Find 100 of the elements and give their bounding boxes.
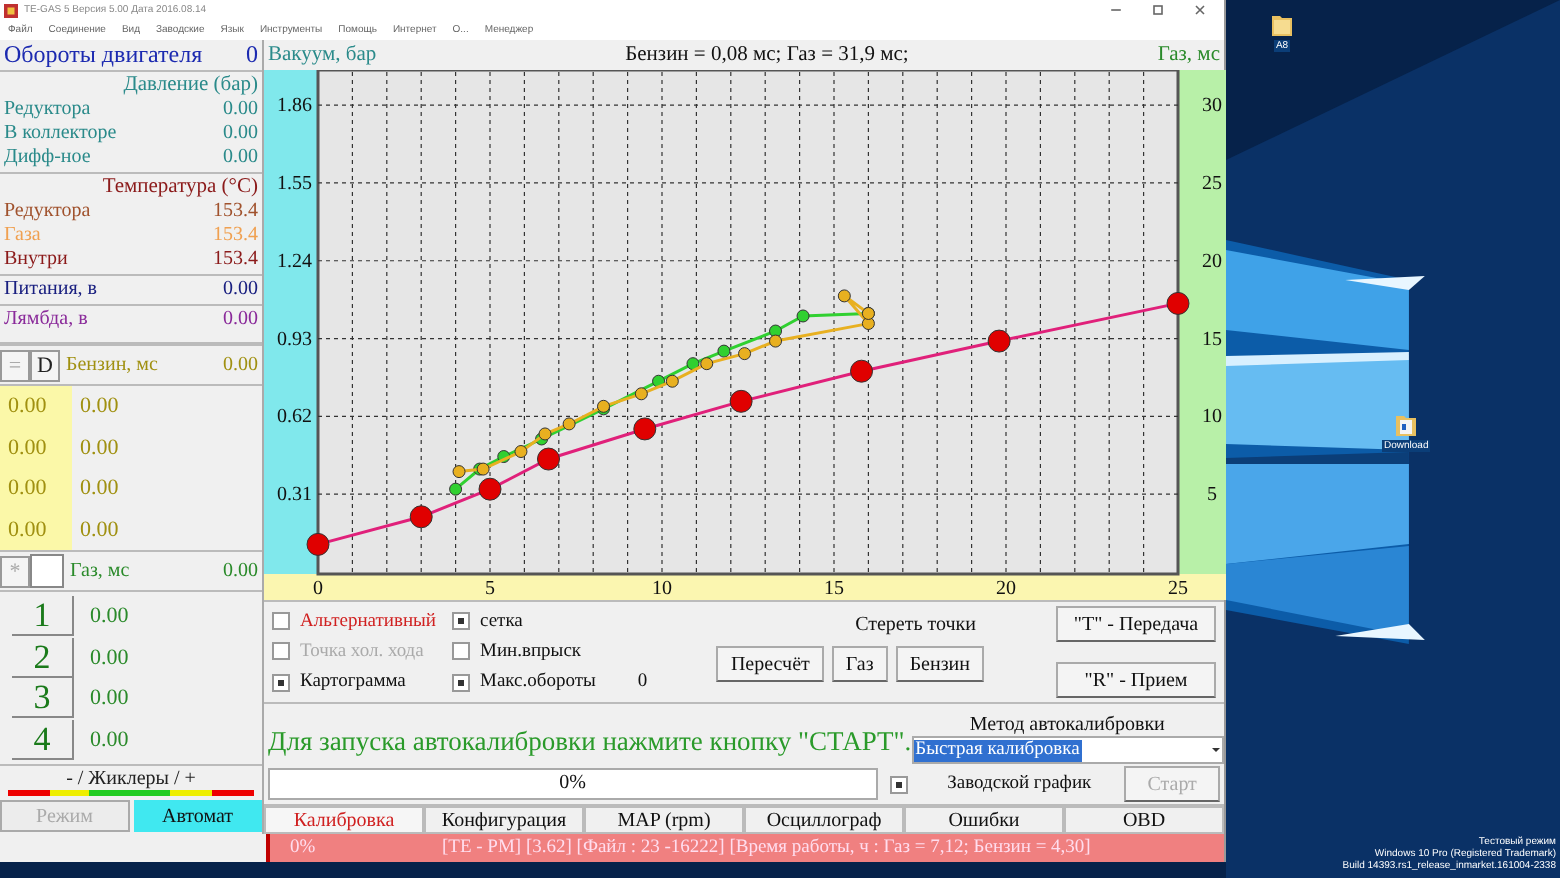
petrol-cell-text: 0.00 [78,474,121,504]
chart-header: Бензин = 0,08 мс; Газ = 31,9 мс; [625,44,909,66]
pressure-label: В коллекторе [4,122,117,146]
temperature-title: Температура (°C) [102,176,258,198]
tab[interactable]: OBD [1064,806,1224,834]
folder-icon[interactable] [1394,410,1419,438]
gas-field[interactable] [30,554,64,588]
checkbox[interactable] [272,673,290,692]
status-percent: 0% [288,838,318,858]
jets-label[interactable]: - / Жиклеры / + [8,768,254,790]
temperature-label: Внутри [4,248,68,272]
point [634,387,648,401]
start-prompt: Для запуска автокалибровки нажмите кнопку "СТАРТ". [268,726,912,760]
y-tick-label: 1.55 [277,172,312,195]
point [769,334,783,348]
erase-points-label: Стереть точки [855,612,978,640]
point [738,347,752,361]
injector-value: 0.00 [88,604,129,629]
gas-value: 0.00 [223,560,258,582]
point [449,482,463,496]
right-tick-label: 5 [1207,484,1217,507]
rpm-label: Обороты двигателя [4,40,203,70]
point [837,289,851,303]
point [796,309,810,323]
pressure-value: 0.00 [223,146,258,170]
petrol-cell: 0.00 [0,509,72,550]
point [665,374,679,388]
temperature-label: Редуктора [4,200,91,224]
checkbox[interactable] [452,642,470,661]
x-tick-label: 10 [652,578,672,600]
injector-number: 2 [12,637,74,678]
checkbox-label: Макс.обороты [480,670,596,695]
temperature-value: 153.4 [213,224,258,248]
checkbox[interactable] [452,673,470,692]
injector-number: 3 [12,678,74,719]
method-label: Метод автокалибровки [969,714,1165,736]
left-axis-label: Вакуум, бар [268,44,377,66]
right-tick-label: 10 [1202,406,1222,429]
point [514,445,528,459]
injector-number: 1 [12,596,74,637]
pressure-value: 0.00 [223,98,258,122]
x-tick-label: 20 [996,578,1016,600]
petrol-cell-text: 0.00 [78,392,121,422]
temperature-value: 153.4 [213,200,258,224]
x-tick-label: 5 [485,578,495,600]
y-tick-label: 1.86 [277,95,312,118]
action-button[interactable]: Пересчёт [716,646,824,682]
tab[interactable]: Осциллограф [744,806,904,834]
y-tick-label: 0.31 [277,484,312,507]
checkbox[interactable] [452,612,470,631]
x-tick-label: 15 [824,578,844,600]
supply-value: 0.00 [223,278,258,302]
pressure-label: Дифф-ное [4,146,91,170]
transfer-button[interactable]: "R" - Прием [1056,662,1216,698]
pressure-value: 0.00 [223,122,258,146]
tab[interactable]: Калибровка [264,806,424,834]
tab[interactable]: MAP (rpm) [584,806,744,834]
injector-number: 4 [12,719,74,760]
auto-button[interactable]: Автомат [133,800,262,832]
checkbox[interactable] [889,775,908,793]
lambda-label: Лямбда, в [4,308,88,332]
point [562,417,576,431]
x-tick-label: 0 [313,578,323,600]
petrol-cell-text: 0.00 [78,433,121,463]
status-text: [TE - PM] [3.62] [Файл : 23 -16222] [Время работы, ч : Газ = 7,12; Бензин = 4,30] [442,838,1091,858]
rpm-value: 0 [246,40,258,70]
point [538,427,552,441]
pressure-title: Давление (бар) [123,74,258,96]
folder-icon[interactable] [1270,10,1294,38]
x-tick-label: 25 [1168,578,1188,600]
right-tick-label: 25 [1202,172,1222,195]
petrol-value: 0.00 [223,354,258,376]
method-dropdown[interactable]: Быстрая калибровка [911,736,1224,764]
checkbox-label: Картограмма [300,670,406,695]
checkbox-label: Заводской график [947,772,1092,796]
right-tick-label: 20 [1202,250,1222,273]
action-button[interactable]: Бензин [895,646,984,682]
injector-value: 0.00 [88,645,129,670]
action-button[interactable]: Газ [831,646,888,682]
petrol-cell: 0.00 [0,427,72,468]
petrol-label: Бензин, мс [64,354,160,376]
tab[interactable]: Ошибки [904,806,1064,834]
checkbox-label: Мин.впрыск [480,639,582,664]
petrol-toggle-button[interactable]: D [30,349,60,381]
right-tick-label: 15 [1202,328,1222,351]
y-tick-label: 0.93 [277,328,312,351]
transfer-button[interactable]: "T" - Передача [1056,606,1216,642]
checkbox-label: Точка хол. хода [300,639,424,664]
temperature-value: 153.4 [213,248,258,272]
checkbox[interactable] [272,612,290,631]
point [452,465,466,479]
petrol-cell: 0.00 [0,386,72,427]
point [700,357,714,371]
supply-label: Питания, в [4,278,98,302]
point [686,357,700,371]
y-tick-label: 1.24 [277,250,312,273]
pressure-label: Редуктора [4,98,91,122]
petrol-cell: 0.00 [0,468,72,509]
injector-value: 0.00 [88,686,129,711]
tab[interactable]: Конфигурация [424,806,584,834]
